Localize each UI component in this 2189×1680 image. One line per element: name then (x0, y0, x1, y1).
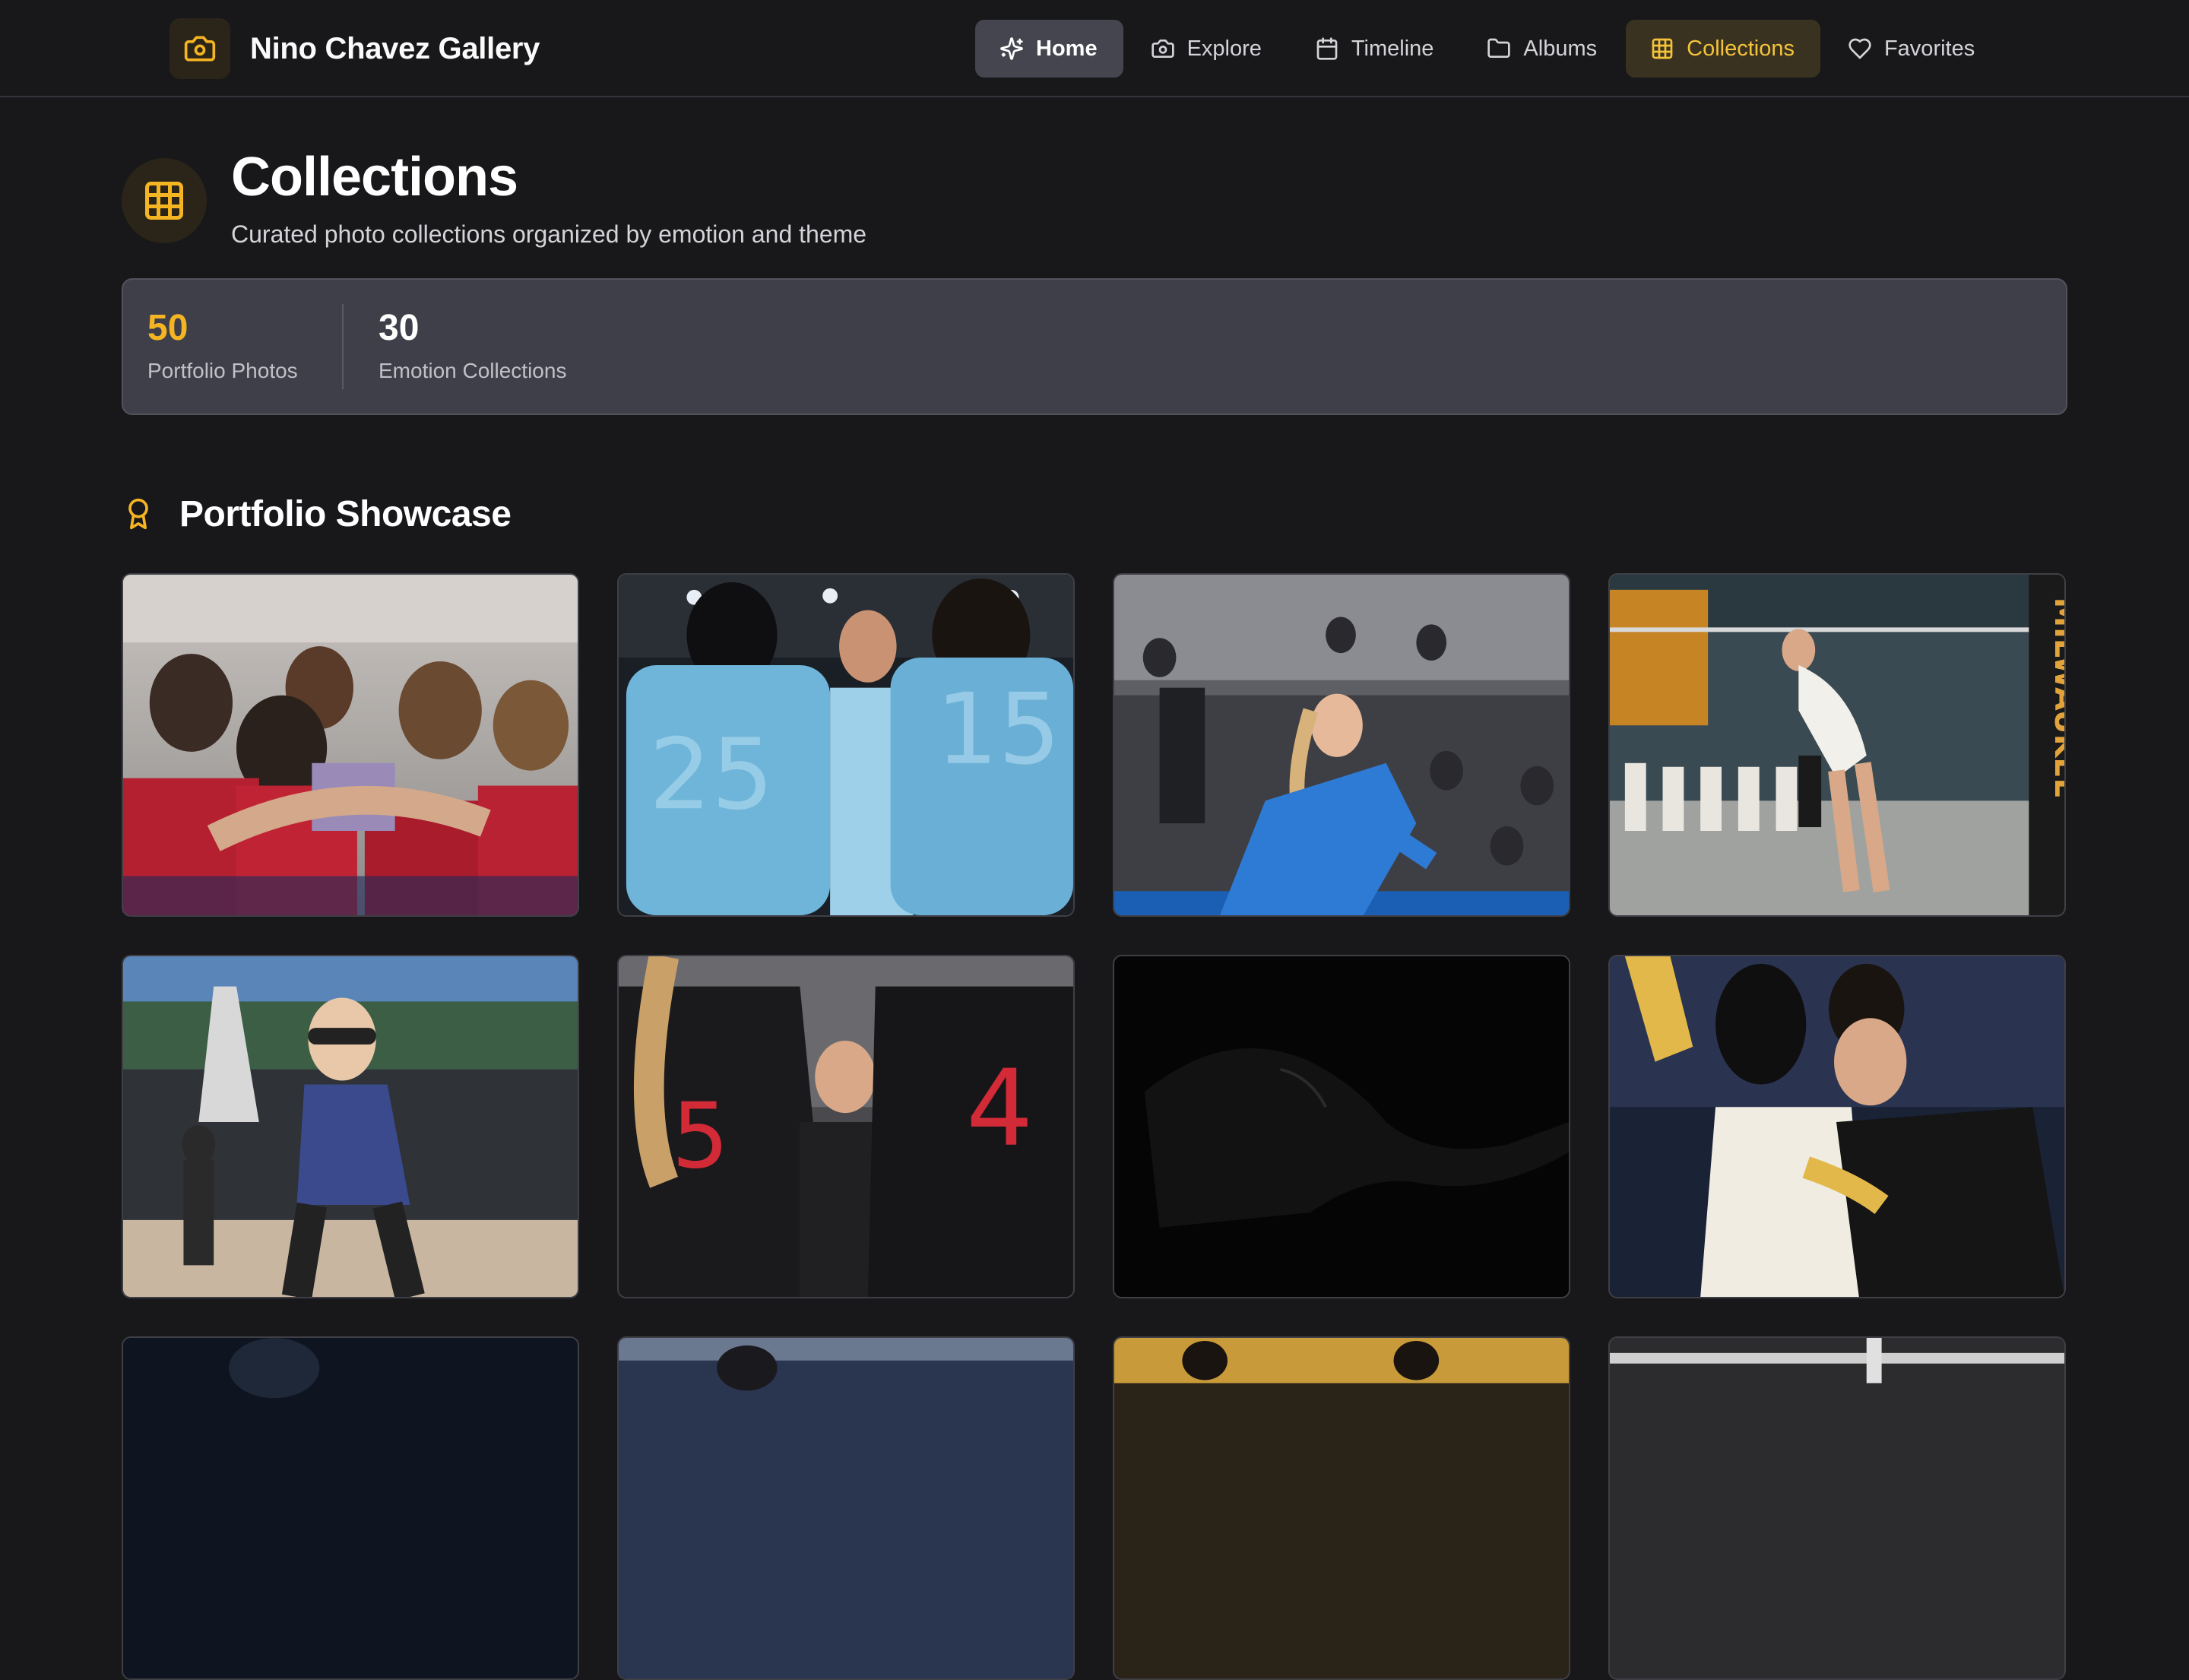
svg-text:MILWAUKEE: MILWAUKEE (2048, 598, 2064, 799)
stat-portfolio-photos: 50 Portfolio Photos (147, 307, 298, 383)
stats-panel: 50 Portfolio Photos 30 Emotion Collectio… (122, 278, 2067, 415)
photo-players-black-red-numbers[interactable]: 5 4 (617, 955, 1075, 1298)
photo-row3-3[interactable] (1113, 1336, 1570, 1680)
stat-value: 50 (147, 308, 188, 348)
svg-text:5: 5 (672, 1084, 730, 1190)
nav-explore-label: Explore (1186, 36, 1262, 61)
photo-icemen-players-blue[interactable]: 25 15 (617, 573, 1075, 917)
photo-beach-player-gcu[interactable] (122, 955, 579, 1298)
camera-icon (169, 18, 230, 79)
stat-value: 30 (379, 308, 420, 348)
photo-row3-4[interactable] (1608, 1336, 2066, 1680)
award-icon (128, 498, 148, 530)
heart-icon (1848, 38, 1871, 59)
top-navigation-bar: Nino Chavez Gallery Home Explore Timelin… (0, 0, 2189, 97)
brand[interactable]: Nino Chavez Gallery (169, 18, 540, 79)
section-header: Portfolio Showcase (122, 490, 512, 538)
section-title: Portfolio Showcase (179, 493, 512, 534)
nav-favorites-label: Favorites (1883, 36, 1975, 61)
grid-icon (122, 158, 207, 243)
nav-albums-label: Albums (1523, 36, 1598, 61)
stat-divider (342, 304, 344, 389)
nav-timeline-label: Timeline (1351, 36, 1434, 61)
svg-text:4: 4 (966, 1047, 1033, 1170)
camera-icon (1151, 40, 1174, 58)
nav-collections-label: Collections (1687, 36, 1795, 61)
stat-label: Emotion Collections (379, 359, 567, 382)
nav-favorites[interactable]: Favorites (1823, 20, 2001, 78)
photo-row3-1[interactable] (122, 1336, 579, 1680)
folder-icon (1487, 38, 1511, 58)
page-title: Collections (231, 147, 518, 208)
nav-explore[interactable]: Explore (1126, 20, 1288, 78)
main-nav: Home Explore Timeline Albums Collections… (975, 20, 2004, 78)
photo-milwaukee-court-ready[interactable]: MILWAUKEE (1608, 573, 2066, 917)
stat-emotion-collections: 30 Emotion Collections (379, 307, 566, 383)
svg-text:25: 25 (649, 718, 774, 832)
stat-label: Portfolio Photos (147, 359, 298, 382)
page-subtitle: Curated photo collections organized by e… (231, 220, 867, 248)
photo-silhouette-dark[interactable] (1113, 955, 1570, 1298)
brand-title: Nino Chavez Gallery (250, 31, 540, 65)
sparkles-icon (1000, 37, 1023, 60)
photo-player-blue-celebrating[interactable] (1113, 573, 1570, 917)
photo-players-hugging[interactable] (1608, 955, 2066, 1298)
nav-home[interactable]: Home (975, 20, 1123, 78)
nav-albums[interactable]: Albums (1462, 20, 1623, 78)
photo-team-huddle-red[interactable] (122, 573, 579, 917)
svg-text:15: 15 (936, 673, 1060, 787)
nav-home-label: Home (1036, 36, 1098, 61)
grid-icon (1652, 38, 1673, 59)
photo-row3-2[interactable] (617, 1336, 1075, 1680)
nav-collections[interactable]: Collections (1626, 20, 1820, 78)
nav-timeline[interactable]: Timeline (1291, 20, 1460, 78)
calendar-icon (1316, 37, 1338, 60)
